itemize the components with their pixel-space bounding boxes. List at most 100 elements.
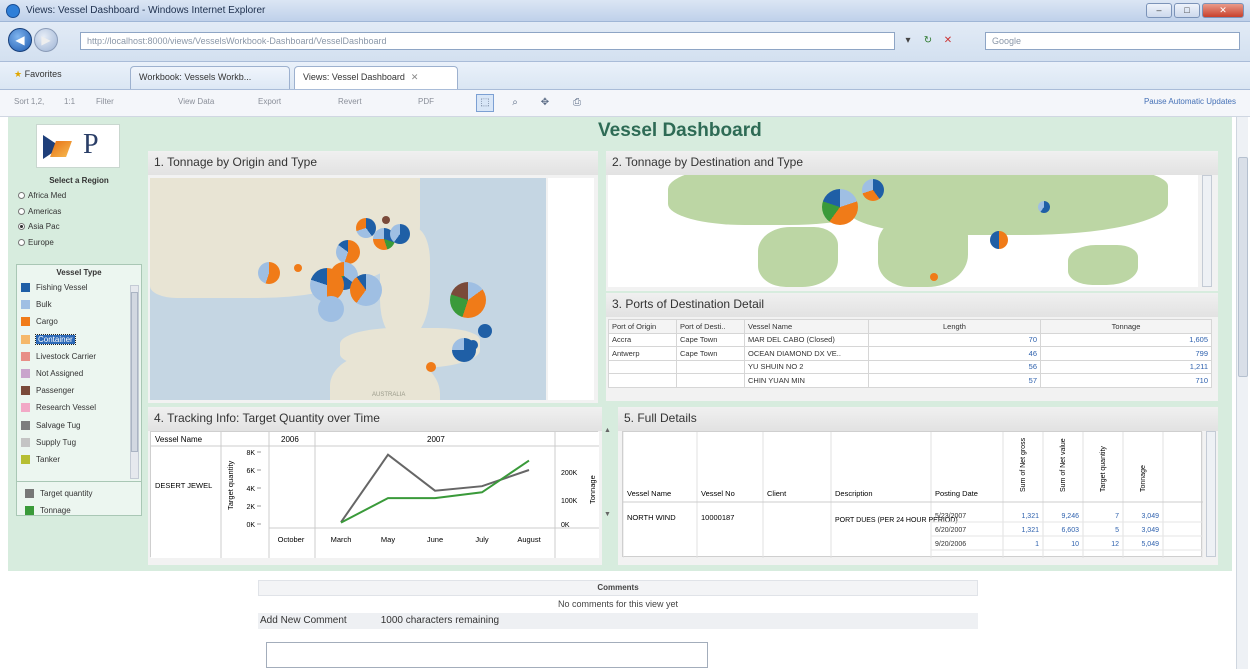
page-scrollbar[interactable] (1236, 117, 1248, 571)
print-icon[interactable]: ⎙ (568, 94, 586, 112)
destination-map[interactable] (608, 175, 1198, 287)
zoom-tool-icon[interactable]: ⌕ (506, 94, 524, 112)
dropdown-icon[interactable]: ▾ (900, 32, 916, 50)
panel-tonnage-by-origin: 1. Tonnage by Origin and Type AUSTRALIA (148, 151, 598, 403)
window-titlebar: Views: Vessel Dashboard - Windows Intern… (0, 0, 1250, 22)
sort-button[interactable]: Sort 1,2, (14, 97, 44, 106)
column-header[interactable]: Sum of Net value (1060, 438, 1067, 492)
pie-marker[interactable] (390, 224, 410, 244)
region-option-africa-med[interactable]: Africa Med (16, 188, 142, 204)
vessel-type-item[interactable]: Supply Tug (17, 434, 141, 451)
tabs-bar: ★ Favorites Workbook: Vessels Workb... V… (0, 62, 1250, 90)
pie-marker[interactable] (450, 282, 486, 318)
column-header[interactable]: Posting Date (935, 489, 978, 498)
scrollbar-thumb[interactable] (1238, 157, 1248, 377)
radio-icon[interactable] (18, 207, 25, 215)
export-button[interactable]: Export (258, 97, 281, 106)
back-icon[interactable]: ◀ (8, 28, 32, 52)
region-option-europe[interactable]: Europe (16, 235, 142, 251)
pie-marker[interactable] (350, 274, 382, 306)
vessel-type-item[interactable]: Cargo (17, 313, 141, 330)
filter-button[interactable]: Filter (96, 97, 114, 106)
column-header[interactable]: Port of Desti.. (676, 319, 745, 334)
dashboard-title: Vessel Dashboard (598, 120, 762, 141)
pie-marker[interactable] (294, 264, 302, 272)
column-header[interactable]: Vessel No (701, 489, 735, 498)
column-header[interactable]: Description (835, 489, 873, 498)
column-header[interactable]: Tonnage (1140, 465, 1147, 492)
favorites-button[interactable]: ★ Favorites (14, 69, 62, 80)
region-option-americas[interactable]: Americas (16, 204, 142, 220)
pie-marker[interactable] (822, 189, 858, 225)
pie-marker[interactable] (258, 262, 280, 284)
region-option-asia-pac[interactable]: Asia Pac (16, 219, 142, 235)
column-header[interactable]: Target quantity (1100, 446, 1107, 492)
chart-scroll-arrows[interactable]: ▲ ▼ (604, 427, 612, 537)
vessel-type-item[interactable]: Passenger (17, 382, 141, 399)
radio-icon[interactable] (18, 238, 25, 246)
column-header[interactable]: Length (868, 319, 1041, 334)
pause-updates-link[interactable]: Pause Automatic Updates (1144, 97, 1236, 106)
forward-icon[interactable]: ▶ (34, 28, 58, 52)
details-scrollbar[interactable] (1206, 431, 1216, 557)
legend-scrollbar-thumb[interactable] (131, 292, 138, 452)
stop-icon[interactable]: ✕ (940, 32, 956, 50)
radio-icon[interactable] (18, 192, 25, 200)
close-button[interactable]: ✕ (1202, 3, 1244, 18)
column-header[interactable]: Vessel Name (744, 319, 869, 334)
comment-input[interactable] (266, 642, 708, 668)
vessel-type-item[interactable]: Bulk (17, 296, 141, 313)
pan-tool-icon[interactable]: ✥ (536, 94, 554, 112)
vessel-type-item[interactable]: Salvage Tug (17, 417, 141, 434)
select-tool-icon[interactable]: ⬚ (476, 94, 494, 112)
legend-swatch (21, 454, 30, 464)
pdf-button[interactable]: PDF (418, 97, 434, 106)
measure-tonnage[interactable]: Tonnage (21, 502, 71, 519)
vessel-type-item[interactable]: Research Vessel (17, 399, 141, 416)
page-scrollbar-lower[interactable] (1236, 571, 1248, 669)
table-cell: 1,605 (1040, 332, 1212, 347)
pie-marker[interactable] (990, 231, 1008, 249)
vessel-type-item[interactable]: Tanker (17, 451, 141, 468)
maximize-button[interactable]: □ (1174, 3, 1200, 18)
chars-remaining: 1000 characters remaining (380, 615, 500, 626)
column-header[interactable]: Port of Origin (608, 319, 677, 334)
legend-scrollbar[interactable] (130, 285, 139, 479)
view-data-button[interactable]: View Data (178, 97, 214, 106)
vessel-type-item[interactable]: Fishing Vessel (17, 279, 141, 296)
pie-marker[interactable] (1038, 201, 1050, 213)
vessel-type-item[interactable]: Livestock Carrier (17, 348, 141, 365)
radio-selected-icon[interactable] (18, 223, 25, 231)
table-row[interactable]: Antwerp Cape Town OCEAN DIAMOND DX VE.. 46 7… (608, 346, 1212, 361)
url-input[interactable]: http://localhost:8000/views/VesselsWorkb… (80, 32, 895, 50)
tab-vessel-dashboard[interactable]: Views: Vessel Dashboard ✕ (294, 66, 458, 89)
pie-marker[interactable] (930, 273, 938, 281)
table-row[interactable]: YU SHUIN NO 2 56 1,211 (608, 359, 1212, 374)
search-input[interactable]: Google (985, 32, 1240, 50)
measure-target-quantity[interactable]: Target quantity (21, 485, 92, 502)
map-scrollbar[interactable] (1202, 175, 1212, 287)
pie-marker[interactable] (452, 338, 476, 362)
revert-button[interactable]: Revert (338, 97, 362, 106)
origin-map[interactable]: AUSTRALIA (150, 178, 546, 400)
column-header[interactable]: Sum of Net gross (1020, 437, 1027, 492)
pie-marker[interactable] (478, 324, 492, 338)
column-header[interactable]: Client (767, 489, 787, 498)
refresh-icon[interactable]: ↻ (920, 32, 936, 50)
pie-marker[interactable] (426, 362, 436, 372)
tab-workbook-label: Workbook: Vessels Workb... (139, 72, 252, 82)
column-header[interactable]: Vessel Name (627, 489, 671, 498)
pie-marker[interactable] (336, 240, 360, 264)
vessel-type-item[interactable]: Not Assigned (17, 365, 141, 382)
pie-marker[interactable] (382, 216, 390, 224)
minimize-button[interactable]: – (1146, 3, 1172, 18)
table-row[interactable]: CHIN YUAN MIN 57 710 (608, 373, 1212, 388)
table-row[interactable]: Accra Cape Town MAR DEL CABO (Closed) 70 1,6… (608, 332, 1212, 347)
vessel-type-item[interactable]: Container (17, 331, 141, 348)
close-tab-icon[interactable]: ✕ (411, 72, 419, 82)
zoom-button[interactable]: 1:1 (64, 97, 75, 106)
pie-marker[interactable] (318, 296, 344, 322)
pie-marker[interactable] (862, 179, 884, 201)
tab-workbook[interactable]: Workbook: Vessels Workb... (130, 66, 290, 89)
column-header[interactable]: Tonnage (1040, 319, 1212, 334)
